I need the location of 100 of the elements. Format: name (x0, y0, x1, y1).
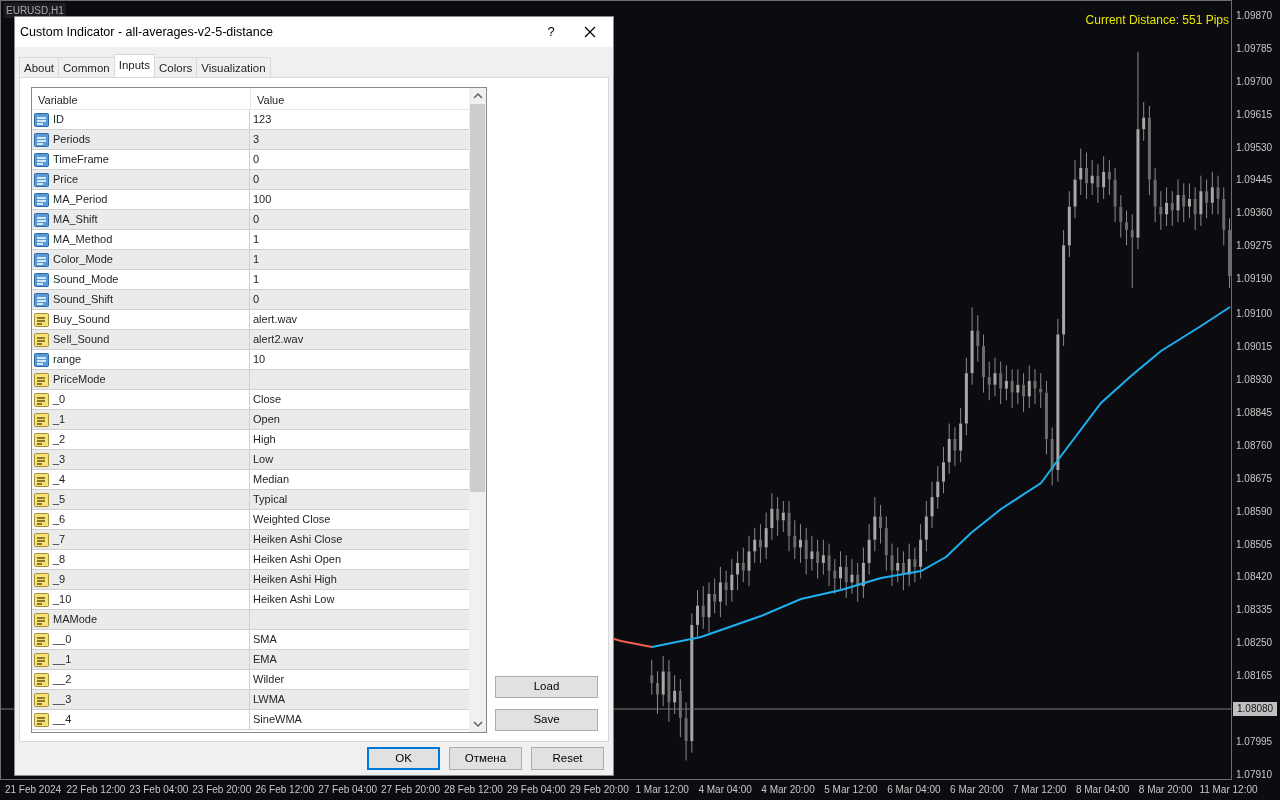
text-type-icon (34, 491, 50, 508)
candlestick (764, 512, 768, 560)
text-type-icon (34, 471, 50, 488)
table-row[interactable]: Sell_Sound alert2.wav (32, 330, 469, 350)
table-row[interactable]: __3 LWMA (32, 690, 469, 710)
candlestick (907, 543, 911, 587)
number-type-icon (34, 251, 50, 268)
column-header[interactable]: Variable (32, 88, 250, 109)
variable-name: MAMode (53, 612, 98, 628)
candlestick (833, 558, 837, 595)
candlestick (827, 543, 831, 587)
candlestick (747, 535, 751, 587)
price-label: 1.09530 (1235, 140, 1273, 155)
variable-name: _0 (53, 392, 66, 408)
variable-value: 1 (253, 233, 260, 245)
price-label: 1.07995 (1235, 735, 1273, 750)
candlestick (1165, 186, 1169, 227)
time-label: 23 Feb 20:00 (192, 783, 252, 797)
candlestick (873, 496, 877, 552)
price-label: 1.09015 (1235, 340, 1273, 354)
number-type-icon (34, 231, 50, 248)
table-row[interactable]: Price 0 (32, 170, 469, 190)
price-label: 1.09190 (1235, 272, 1273, 287)
candlestick (1027, 364, 1031, 409)
candlestick (810, 535, 814, 572)
candlestick (758, 523, 762, 564)
time-label: 5 Mar 12:00 (824, 783, 878, 797)
variable-name: Sound_Mode (53, 272, 119, 288)
candlestick (930, 481, 934, 529)
variable-name: PriceMode (53, 372, 106, 388)
variable-value: LWMA (253, 693, 286, 705)
text-type-icon (34, 411, 50, 428)
candlestick (661, 655, 665, 707)
text-type-icon (34, 631, 50, 648)
time-label: 4 Mar 04:00 (698, 783, 752, 797)
table-row[interactable]: _7 Heiken Ashi Close (32, 530, 469, 550)
candlestick (1079, 148, 1083, 196)
dialog-button[interactable]: Отмена (449, 747, 522, 770)
tab[interactable]: Inputs (113, 54, 156, 77)
candlestick (678, 678, 682, 738)
candlestick (798, 523, 802, 564)
help-button[interactable]: ? (535, 22, 567, 42)
price-label: 1.09275 (1235, 239, 1273, 254)
variable-value: 123 (253, 113, 272, 125)
table-row[interactable]: MA_Shift 0 (32, 210, 469, 230)
variable-value: Heiken Ashi Open (253, 553, 342, 565)
text-type-icon (34, 531, 50, 548)
candlestick (1216, 175, 1220, 215)
table-row[interactable]: __1 EMA (32, 650, 469, 670)
variable-value: 0 (253, 293, 260, 305)
side-button[interactable]: Load (495, 676, 598, 698)
variable-name: _2 (53, 432, 66, 448)
variable-name: __1 (53, 652, 72, 668)
variable-value: EMA (253, 653, 277, 665)
price-label: 1.07910 (1235, 767, 1273, 782)
table-row[interactable]: MAMode (32, 610, 469, 630)
table-row[interactable]: Color_Mode 1 (32, 250, 469, 270)
variable-name: TimeFrame (53, 152, 109, 168)
candlestick (884, 515, 888, 572)
side-button[interactable]: Save (495, 709, 598, 731)
candlestick (736, 550, 740, 591)
candlestick (701, 585, 705, 630)
table-row[interactable]: Sound_Shift 0 (32, 290, 469, 310)
tab[interactable]: Visualization (196, 57, 271, 77)
table-row[interactable]: __4 SineWMA (32, 710, 469, 730)
candlestick (964, 357, 968, 436)
table-row[interactable]: _3 Low (32, 450, 469, 470)
dialog-button[interactable]: OK (367, 747, 440, 770)
text-type-icon (34, 391, 50, 408)
candlestick (941, 446, 945, 494)
dialog-button[interactable]: Reset (531, 747, 604, 770)
table-row[interactable]: _5 Typical (32, 490, 469, 510)
variable-name: ID (53, 112, 64, 128)
scrollbar-thumb[interactable] (470, 104, 485, 492)
candlestick (1176, 179, 1180, 223)
scrollbar[interactable] (469, 88, 486, 732)
text-type-icon (34, 311, 50, 328)
tab[interactable]: About (19, 57, 60, 77)
number-type-icon (34, 211, 50, 228)
variable-value: 3 (253, 133, 260, 145)
variable-name: _1 (53, 412, 66, 428)
variable-name: Color_Mode (53, 252, 113, 268)
number-type-icon (34, 291, 50, 308)
table-row[interactable]: PriceMode (32, 370, 469, 390)
candlestick (867, 523, 871, 576)
price-label: 1.08675 (1235, 471, 1273, 486)
table-row[interactable]: _9 Heiken Ashi High (32, 570, 469, 590)
price-label: 1.08505 (1235, 537, 1273, 552)
candlestick (1170, 190, 1174, 227)
candlestick (850, 558, 854, 595)
table-row[interactable]: Periods 3 (32, 130, 469, 150)
candlestick (839, 550, 843, 591)
candlestick (787, 500, 791, 552)
price-label: 1.09700 (1235, 74, 1273, 89)
price-label: 1.08930 (1235, 372, 1273, 387)
candlestick (1210, 171, 1214, 215)
price-label: 1.08760 (1235, 438, 1273, 453)
table-row[interactable]: _1 Open (32, 410, 469, 430)
candlestick (1205, 179, 1209, 219)
candlestick (1004, 364, 1008, 401)
